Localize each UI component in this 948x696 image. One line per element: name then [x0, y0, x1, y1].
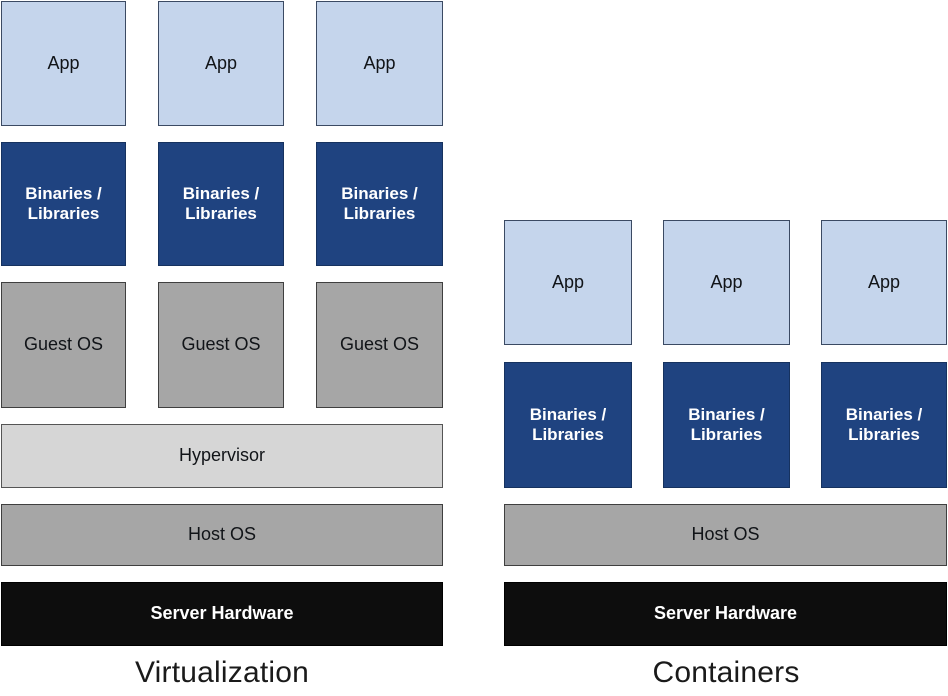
guest-os-label-3: Guest OS: [339, 334, 420, 355]
containers-caption: Containers: [652, 656, 800, 689]
container-binaries-libraries-label-1: Binaries / Libraries: [530, 405, 607, 445]
vm-binaries-libraries-box-3: Binaries / Libraries: [316, 142, 443, 266]
hypervisor-label: Hypervisor: [178, 445, 266, 466]
guest-os-box-2: Guest OS: [158, 282, 284, 408]
vm-binaries-line-1a: Binaries /: [25, 183, 102, 203]
container-app-box-3: App: [821, 220, 947, 345]
vm-app-box-1: App: [1, 1, 126, 126]
virtualization-caption: Virtualization: [134, 656, 310, 689]
container-app-label-1: App: [551, 271, 585, 292]
container-binaries-libraries-box-3: Binaries / Libraries: [821, 362, 947, 488]
vm-host-os-label: Host OS: [187, 524, 257, 545]
container-app-box-1: App: [504, 220, 632, 345]
container-binaries-line-1b: Libraries: [532, 425, 604, 444]
container-binaries-line-3a: Binaries /: [845, 404, 923, 424]
vm-app-label-1: App: [47, 52, 80, 73]
container-host-os-bar: Host OS: [504, 504, 947, 566]
hypervisor-bar: Hypervisor: [1, 424, 443, 488]
guest-os-box-1: Guest OS: [1, 282, 126, 408]
vm-binaries-line-2a: Binaries /: [182, 183, 260, 203]
container-binaries-libraries-box-2: Binaries / Libraries: [663, 362, 790, 488]
container-host-os-label: Host OS: [691, 524, 760, 545]
container-binaries-line-2a: Binaries /: [688, 404, 765, 424]
container-binaries-libraries-box-1: Binaries / Libraries: [504, 362, 632, 488]
vm-app-label-2: App: [204, 52, 238, 73]
vm-binaries-libraries-box-2: Binaries / Libraries: [158, 142, 284, 266]
vm-binaries-line-3b: Libraries: [343, 204, 416, 223]
container-app-label-2: App: [710, 271, 743, 292]
vm-binaries-libraries-label-3: Binaries / Libraries: [341, 184, 418, 224]
vm-app-label-3: App: [363, 52, 396, 73]
vm-binaries-libraries-label-2: Binaries / Libraries: [183, 184, 260, 224]
vm-app-box-2: App: [158, 1, 284, 126]
container-binaries-libraries-label-2: Binaries / Libraries: [688, 405, 765, 445]
vm-app-box-3: App: [316, 1, 443, 126]
container-binaries-line-2b: Libraries: [690, 425, 763, 444]
vm-host-os-bar: Host OS: [1, 504, 443, 566]
guest-os-box-3: Guest OS: [316, 282, 443, 408]
vm-server-hardware-bar: Server Hardware: [1, 582, 443, 646]
container-binaries-line-1a: Binaries /: [529, 404, 607, 424]
vm-server-hardware-label: Server Hardware: [150, 603, 294, 624]
vm-binaries-libraries-box-1: Binaries / Libraries: [1, 142, 126, 266]
container-binaries-libraries-label-3: Binaries / Libraries: [846, 405, 923, 445]
vm-binaries-line-1b: Libraries: [27, 204, 100, 223]
guest-os-label-1: Guest OS: [23, 334, 104, 355]
container-server-hardware-label: Server Hardware: [653, 603, 798, 624]
container-binaries-line-3b: Libraries: [848, 425, 920, 444]
container-server-hardware-bar: Server Hardware: [504, 582, 947, 646]
container-app-label-3: App: [867, 271, 901, 292]
container-app-box-2: App: [663, 220, 790, 345]
guest-os-label-2: Guest OS: [181, 334, 261, 355]
vm-binaries-line-3a: Binaries /: [341, 183, 418, 203]
virtualization-vs-containers-diagram: App App App Binaries / Libraries Binarie…: [0, 0, 948, 696]
vm-binaries-line-2b: Libraries: [185, 204, 257, 223]
vm-binaries-libraries-label-1: Binaries / Libraries: [25, 184, 102, 224]
